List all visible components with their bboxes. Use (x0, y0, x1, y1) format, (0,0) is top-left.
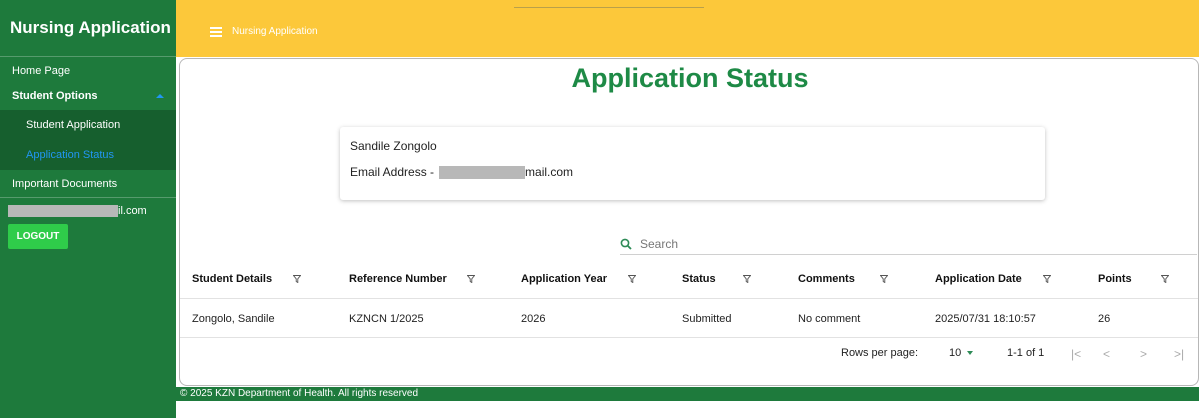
filter-icon[interactable] (1042, 274, 1052, 286)
last-page-icon[interactable]: >| (1174, 347, 1184, 361)
column-header[interactable]: Application Year (521, 273, 607, 285)
divider (514, 7, 704, 8)
filter-icon[interactable] (1160, 274, 1170, 286)
table-cell: 2025/07/31 18:10:57 (935, 312, 1036, 325)
header-title: Nursing Application (232, 26, 318, 37)
table-row[interactable]: Zongolo, Sandile KZNCN 1/2025 2026 Submi… (180, 300, 1198, 338)
sidebar-item-application-status[interactable]: Application Status (0, 140, 176, 170)
redacted-block (8, 205, 118, 217)
sidebar: Nursing Application Home Page Student Op… (0, 0, 176, 418)
search-placeholder: Search (640, 236, 679, 251)
table-cell: Zongolo, Sandile (192, 312, 275, 325)
table-cell: KZNCN 1/2025 (349, 312, 424, 325)
sidebar-item-label: Student Options (12, 90, 98, 102)
filter-icon[interactable] (292, 274, 302, 286)
pagination: Rows per page: 10 1-1 of 1 |< < > >| (180, 341, 1198, 365)
table-cell: No comment (798, 312, 861, 325)
table-cell: 2026 (521, 312, 546, 325)
sidebar-submenu: Student Application Application Status (0, 110, 176, 170)
rows-per-page-select[interactable]: 10 (949, 347, 974, 359)
chevron-up-icon (156, 94, 164, 98)
filter-icon[interactable] (742, 274, 752, 286)
column-header[interactable]: Student Details (192, 273, 272, 285)
user-email: il.com (0, 198, 176, 224)
table-cell: Submitted (682, 312, 732, 325)
search-input[interactable]: Search (620, 233, 1197, 255)
menu-icon[interactable] (210, 27, 222, 39)
app-root: Nursing Application Home Page Student Op… (0, 0, 1199, 418)
filter-icon[interactable] (627, 274, 637, 286)
rows-per-page-label: Rows per page: (841, 347, 919, 359)
column-header[interactable]: Points (1098, 273, 1132, 285)
footer: © 2025 KZN Department of Health. All rig… (176, 387, 1199, 401)
column-header[interactable]: Application Date (935, 273, 1022, 285)
sidebar-brand: Nursing Application (0, 0, 176, 57)
next-page-icon[interactable]: > (1140, 347, 1147, 361)
dropdown-arrow-icon (967, 351, 974, 356)
main-card: Application Status Sandile Zongolo Email… (179, 58, 1199, 386)
sidebar-item-important-documents[interactable]: Important Documents (0, 170, 176, 198)
logout-button[interactable]: LOGOUT (8, 224, 68, 249)
sidebar-item-student-application[interactable]: Student Application (0, 110, 176, 140)
student-info-card: Sandile Zongolo Email Address - mail.com (340, 127, 1045, 200)
rows-per-page-value: 10 (949, 347, 962, 359)
email-label: Email Address - (350, 165, 435, 179)
table-cell: 26 (1098, 312, 1111, 325)
filter-icon[interactable] (466, 274, 476, 286)
first-page-icon[interactable]: |< (1071, 347, 1081, 361)
redacted-block (439, 165, 526, 179)
sidebar-item-home[interactable]: Home Page (0, 60, 176, 82)
email-suffix: mail.com (525, 165, 574, 179)
sidebar-item-student-options[interactable]: Student Options (0, 82, 176, 110)
page-title: Application Status (571, 63, 809, 93)
filter-icon[interactable] (879, 274, 889, 286)
user-email-suffix: il.com (118, 205, 147, 217)
column-header[interactable]: Reference Number (349, 273, 447, 285)
top-bar (176, 0, 1199, 57)
table-header: Student Details Reference Number Applica… (180, 259, 1198, 299)
column-header[interactable]: Comments (798, 273, 855, 285)
page-range: 1-1 of 1 (1007, 347, 1045, 359)
student-name: Sandile Zongolo (350, 139, 437, 153)
column-header[interactable]: Status (682, 273, 716, 285)
previous-page-icon[interactable]: < (1103, 347, 1110, 361)
search-icon (620, 238, 632, 250)
email-line: Email Address - mail.com (350, 165, 1035, 179)
